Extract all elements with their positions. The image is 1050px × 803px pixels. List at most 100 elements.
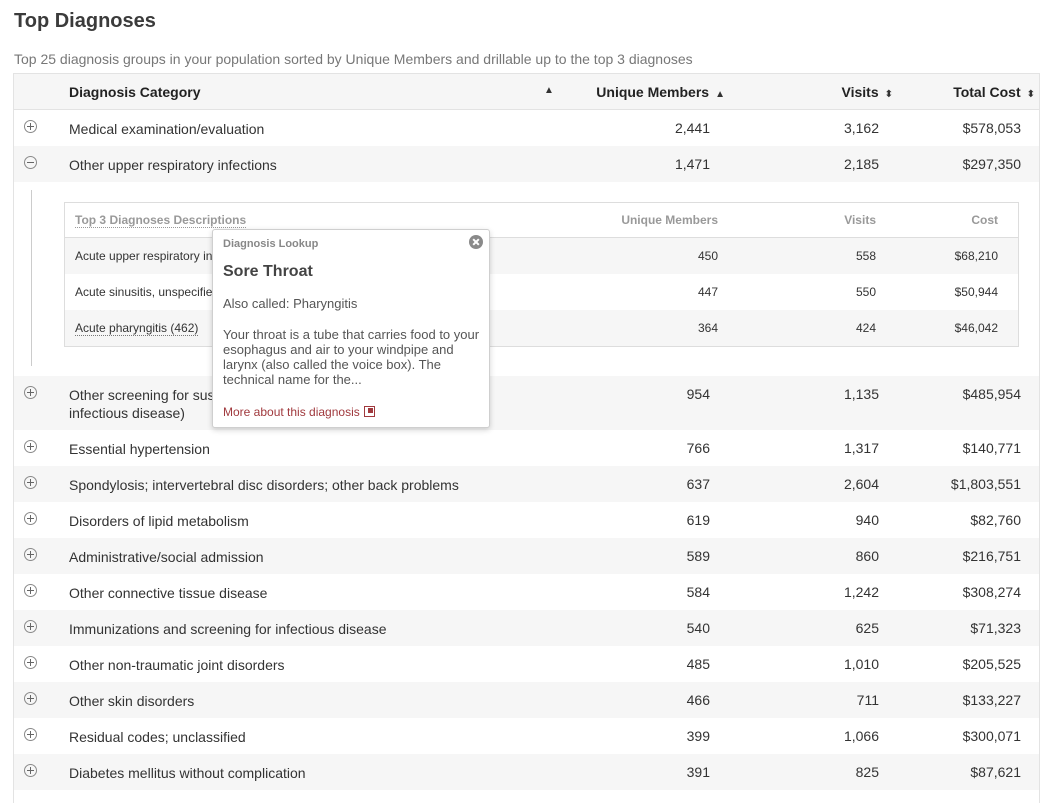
popover-description: Your throat is a tube that carries food …	[223, 327, 480, 387]
row-category: Diabetes mellitus without complication	[69, 765, 306, 781]
row-category: Disorders of lipid metabolism	[69, 513, 249, 529]
sort-up-icon: ▲	[715, 89, 725, 100]
row-visits: 625	[855, 620, 879, 636]
table-row[interactable]: Administrative/social admission 589 860 …	[14, 538, 1039, 574]
row-visits: 825	[855, 764, 879, 780]
column-header-visits[interactable]: Visits ⬍	[842, 84, 894, 100]
row-unique-members: 954	[686, 386, 710, 402]
row-total-cost: $82,760	[970, 512, 1021, 528]
sort-both-icon[interactable]: ▲︎	[544, 85, 554, 96]
expanded-detail-panel: Top 3 Diagnoses Descriptions Unique Memb…	[14, 182, 1039, 376]
column-header-unique-members[interactable]: Unique Members ▲	[596, 84, 725, 100]
subtable-unique: 447	[697, 285, 718, 299]
row-unique-members: 589	[686, 548, 710, 564]
subtable-visits: 424	[855, 321, 876, 335]
table-row[interactable]: Other connective tissue disease 584 1,24…	[14, 574, 1039, 610]
column-header-visits-label: Visits	[841, 84, 879, 100]
column-header-cost-label: Total Cost	[953, 84, 1021, 100]
close-icon[interactable]	[469, 235, 483, 249]
row-visits: 1,317	[843, 440, 879, 456]
table-header: Diagnosis Category ▲︎ Unique Members ▲ Vi…	[14, 74, 1039, 110]
row-unique-members: 637	[686, 476, 710, 492]
row-total-cost: $485,954	[962, 386, 1021, 402]
row-category: Essential hypertension	[69, 441, 210, 457]
subtable-header: Top 3 Diagnoses Descriptions Unique Memb…	[65, 203, 1018, 238]
row-unique-members: 540	[686, 620, 710, 636]
expand-plus-icon[interactable]	[24, 728, 37, 741]
column-header-category[interactable]: Diagnosis Category	[69, 84, 200, 100]
row-unique-members: 766	[686, 440, 710, 456]
row-visits: 3,162	[843, 120, 879, 136]
row-category-line-2: infectious disease)	[69, 405, 185, 421]
diagnoses-table: Diagnosis Category ▲︎ Unique Members ▲ Vi…	[13, 73, 1040, 803]
table-row[interactable]: Disorders of lipid metabolism 619 940 $8…	[14, 502, 1039, 538]
row-visits: 2,604	[843, 476, 879, 492]
table-row[interactable]: Essential hypertension 766 1,317 $140,77…	[14, 430, 1039, 466]
subtable-row: Acute pharyngitis (462) 364 424 $46,042	[65, 310, 1018, 346]
row-unique-members: 466	[686, 692, 710, 708]
row-visits: 940	[855, 512, 879, 528]
row-unique-members: 399	[686, 728, 710, 744]
row-unique-members: 1,471	[674, 156, 710, 172]
row-total-cost: $216,751	[962, 548, 1021, 564]
row-unique-members: 2,441	[674, 120, 710, 136]
popover-also-called: Also called: Pharyngitis	[223, 296, 358, 311]
expand-plus-icon[interactable]	[24, 692, 37, 705]
diagnosis-lookup-popover: Diagnosis Lookup Sore Throat Also called…	[212, 229, 490, 428]
external-link-icon	[363, 406, 375, 417]
row-category: Other non-traumatic joint disorders	[69, 657, 285, 673]
diagnosis-lookup-link[interactable]: Acute pharyngitis (462)	[75, 321, 199, 336]
subtable-row: Acute sinusitis, unspecified (447) 447 5…	[65, 274, 1018, 310]
row-category: Other upper respiratory infections	[69, 157, 277, 173]
row-category: Other connective tissue disease	[69, 585, 268, 601]
row-total-cost: $205,525	[962, 656, 1021, 672]
row-unique-members: 391	[686, 764, 710, 780]
row-visits: 2,185	[843, 156, 879, 172]
row-unique-members: 619	[686, 512, 710, 528]
collapse-minus-icon[interactable]	[24, 156, 37, 169]
expand-plus-icon[interactable]	[24, 512, 37, 525]
expand-plus-icon[interactable]	[24, 620, 37, 633]
table-row[interactable]: Other screening for suspected conditions…	[14, 376, 1039, 430]
table-row[interactable]: Immunizations and screening for infectio…	[14, 610, 1039, 646]
expand-plus-icon[interactable]	[24, 764, 37, 777]
row-category: Other skin disorders	[69, 693, 195, 709]
row-total-cost: $71,323	[970, 620, 1021, 636]
table-row[interactable]: Medical examination/evaluation 2,441 3,1…	[14, 110, 1039, 146]
table-row[interactable]: Diabetes mellitus without complication 3…	[14, 754, 1039, 790]
expand-plus-icon[interactable]	[24, 476, 37, 489]
row-unique-members: 584	[686, 584, 710, 600]
expand-plus-icon[interactable]	[24, 584, 37, 597]
row-total-cost: $578,053	[962, 120, 1021, 136]
row-total-cost: $87,621	[970, 764, 1021, 780]
table-row[interactable]: Spondylosis; intervertebral disc disorde…	[14, 466, 1039, 502]
row-visits: 1,135	[843, 386, 879, 402]
more-about-diagnosis-link[interactable]: More about this diagnosis	[223, 405, 375, 419]
table-row[interactable]: Other upper respiratory infections 1,471…	[14, 146, 1039, 182]
subtable-header-unique: Unique Members	[621, 213, 718, 227]
more-about-diagnosis-label: More about this diagnosis	[223, 405, 360, 419]
expand-connector-line	[31, 190, 32, 366]
top-diagnoses-subtable: Top 3 Diagnoses Descriptions Unique Memb…	[64, 202, 1019, 347]
row-visits: 860	[855, 548, 879, 564]
expand-plus-icon[interactable]	[24, 656, 37, 669]
subtable-header-visits: Visits	[844, 213, 876, 227]
popover-title: Sore Throat	[223, 263, 313, 280]
expand-plus-icon[interactable]	[24, 120, 37, 133]
row-visits: 711	[856, 692, 879, 708]
row-category: Medical examination/evaluation	[69, 121, 265, 137]
subtable-header-description: Top 3 Diagnoses Descriptions	[75, 213, 247, 228]
table-row[interactable]: Other skin disorders 466 711 $133,227	[14, 682, 1039, 718]
subtable-unique: 364	[697, 321, 718, 335]
expand-plus-icon[interactable]	[24, 548, 37, 561]
table-row[interactable]: Other non-traumatic joint disorders 485 …	[14, 646, 1039, 682]
expand-plus-icon[interactable]	[24, 440, 37, 453]
table-row[interactable]: Residual codes; unclassified 399 1,066 $…	[14, 718, 1039, 754]
subtable-row: Acute upper respiratory infection, unspe…	[65, 238, 1018, 274]
column-header-total-cost[interactable]: Total Cost ⬍	[953, 84, 1035, 100]
row-total-cost: $140,771	[962, 440, 1021, 456]
row-total-cost: $300,071	[962, 728, 1021, 744]
sort-both-icon: ⬍	[884, 89, 893, 100]
expand-plus-icon[interactable]	[24, 386, 37, 399]
row-category: Administrative/social admission	[69, 549, 264, 565]
